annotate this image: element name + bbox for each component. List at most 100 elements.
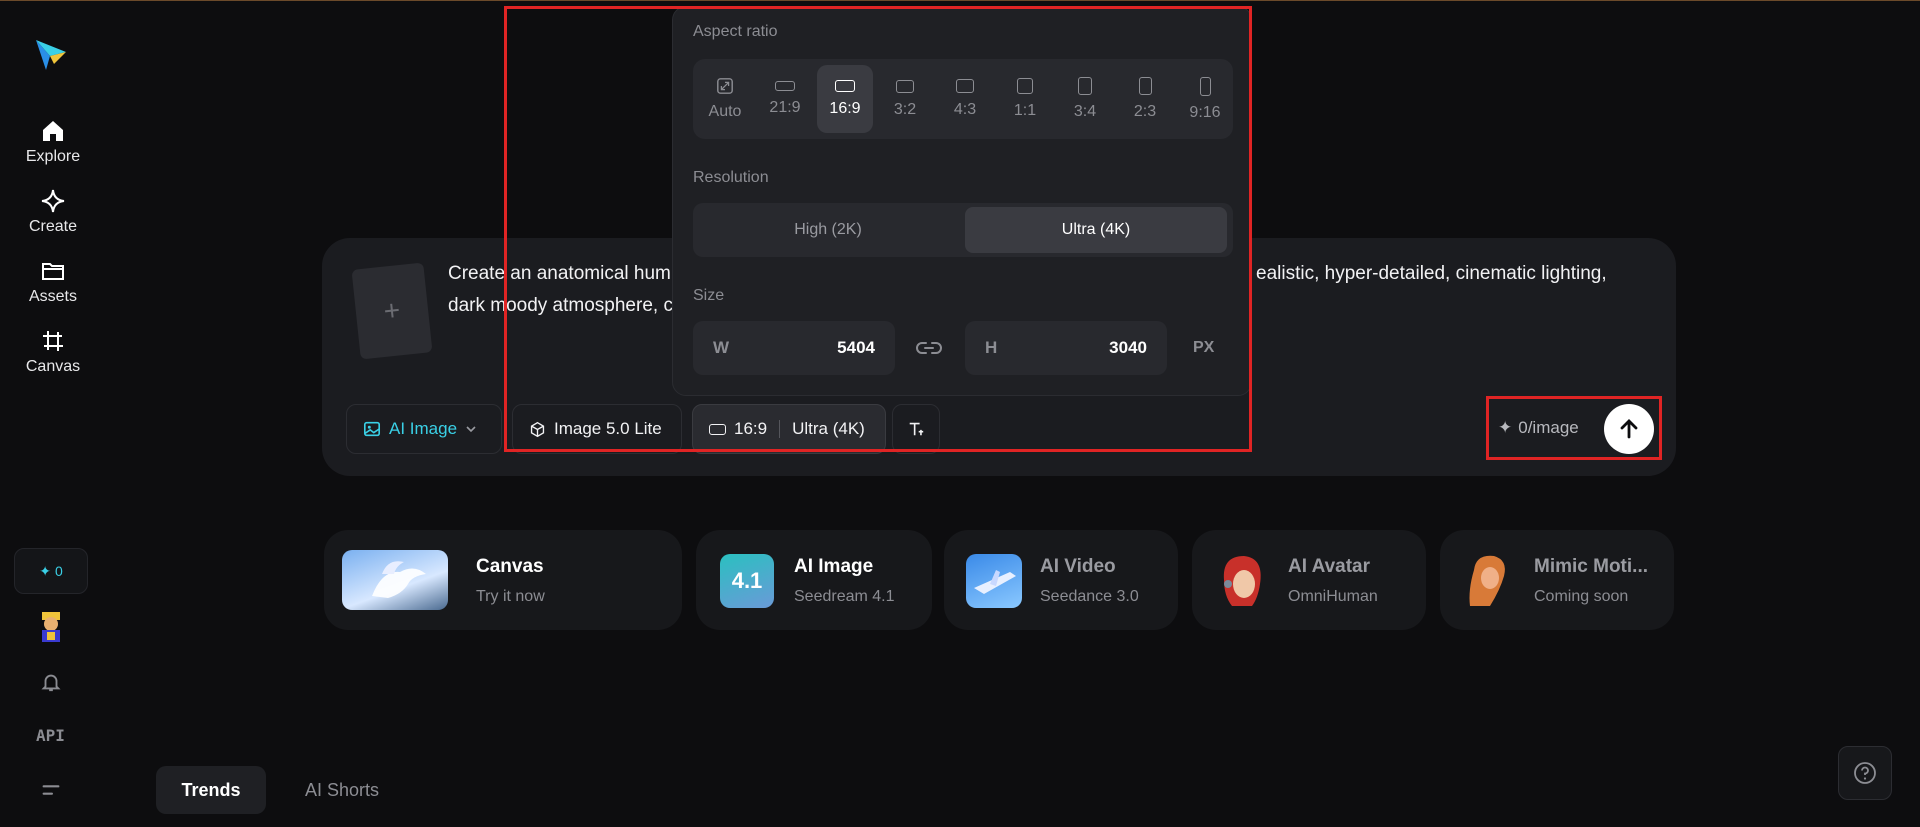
ratio-option-4-3[interactable]: 4:3 xyxy=(937,65,993,133)
text-icon xyxy=(909,422,924,436)
arrow-up-icon xyxy=(1620,419,1638,439)
ai-avatar-thumbnail xyxy=(1214,550,1270,610)
expand-icon xyxy=(717,78,733,94)
ratio-option-16-9[interactable]: 16:9 xyxy=(817,65,873,133)
feature-card-mimic-motion[interactable]: Mimic Moti... Coming soon xyxy=(1440,530,1674,630)
resolution-options: High (2K) Ultra (4K) xyxy=(693,203,1233,257)
credits-count: 0 xyxy=(54,563,63,579)
feature-subtitle: Seedance 3.0 xyxy=(1040,588,1139,605)
ratio-option-1-1[interactable]: 1:1 xyxy=(997,65,1053,133)
plus-icon: + xyxy=(382,294,402,327)
unit-label: PX xyxy=(1193,339,1215,356)
feature-card-ai-video[interactable]: AI Video Seedance 3.0 xyxy=(944,530,1178,630)
ratio-shape-icon xyxy=(1017,78,1033,94)
ratio-option-label: 16:9 xyxy=(829,100,861,117)
api-link[interactable]: API xyxy=(36,726,65,745)
aspect-ratio-panel: Aspect ratio Auto 21:9 16:9 3:2 4:3 1:1 … xyxy=(672,6,1252,396)
aspect-ratio-options: Auto 21:9 16:9 3:2 4:3 1:1 3:4 2:3 9:16 xyxy=(693,59,1233,139)
feature-card-ai-image[interactable]: 4.1 AI Image Seedream 4.1 xyxy=(696,530,932,630)
cost-indicator: ✦ 0/image xyxy=(1498,418,1579,438)
height-key: H xyxy=(985,338,998,357)
canvas-thumbnail xyxy=(342,550,448,610)
sidebar: Explore Create Assets Canvas ✦ 0 API xyxy=(0,0,104,827)
feature-subtitle: Try it now xyxy=(476,588,545,605)
link-icon[interactable] xyxy=(915,335,943,361)
sidebar-item-create[interactable]: Create xyxy=(14,188,92,252)
sparkle-icon: ✦ xyxy=(1498,418,1513,437)
ratio-shape-icon xyxy=(835,80,855,92)
sidebar-item-label: Assets xyxy=(28,288,77,305)
ratio-shape-icon xyxy=(775,81,795,91)
sidebar-item-label: Create xyxy=(28,218,78,235)
cube-icon xyxy=(530,421,545,437)
menu-icon[interactable] xyxy=(37,776,65,804)
bell-icon[interactable] xyxy=(37,668,65,696)
feature-subtitle: Seedream 4.1 xyxy=(794,588,895,605)
ratio-resolution-selector[interactable]: 16:9 Ultra (4K) xyxy=(692,404,886,454)
sidebar-item-label: Canvas xyxy=(25,358,81,375)
resolution-option-ultra[interactable]: Ultra (4K) xyxy=(965,207,1227,253)
ratio-option-label: 4:3 xyxy=(953,101,977,118)
feature-title: Mimic Moti... xyxy=(1534,556,1648,577)
ratio-option-2-3[interactable]: 2:3 xyxy=(1117,65,1173,133)
feature-subtitle: Coming soon xyxy=(1534,588,1629,605)
tab-trends[interactable]: Trends xyxy=(156,766,266,814)
ratio-option-label: 9:16 xyxy=(1189,103,1221,121)
width-key: W xyxy=(713,338,730,357)
ratio-option-label: 3:4 xyxy=(1073,103,1097,120)
feature-title: AI Video xyxy=(1040,556,1116,577)
ai-image-thumbnail: 4.1 xyxy=(720,554,774,608)
diamond-icon xyxy=(41,189,65,213)
model-label: Image 5.0 Lite xyxy=(554,419,662,438)
feature-card-ai-avatar[interactable]: AI Avatar OmniHuman xyxy=(1192,530,1426,630)
sidebar-item-assets[interactable]: Assets xyxy=(14,258,92,322)
ratio-option-3-4[interactable]: 3:4 xyxy=(1057,65,1113,133)
cost-label: 0/image xyxy=(1518,418,1579,437)
divider xyxy=(779,420,781,438)
credits-badge[interactable]: ✦ 0 xyxy=(14,548,88,594)
home-icon xyxy=(43,121,63,141)
ratio-shape-icon xyxy=(1078,77,1092,95)
sparkle-icon: ✦ xyxy=(39,562,51,579)
ratio-shape-icon xyxy=(1138,77,1152,95)
image-icon xyxy=(363,421,381,437)
resolution-heading: Resolution xyxy=(693,169,769,186)
feature-subtitle: OmniHuman xyxy=(1288,588,1378,605)
logo-icon[interactable] xyxy=(32,34,70,74)
width-field[interactable]: W 5404 xyxy=(693,321,895,375)
model-selector[interactable]: Image 5.0 Lite xyxy=(512,404,682,454)
resolution-label: Ultra (4K) xyxy=(792,419,865,438)
feature-title: AI Image xyxy=(794,556,874,577)
add-reference-image-button[interactable]: + xyxy=(351,262,433,360)
crop-icon xyxy=(43,331,63,351)
ratio-shape-icon xyxy=(1199,76,1211,96)
ratio-option-label: 21:9 xyxy=(769,99,801,116)
ratio-option-auto[interactable]: Auto xyxy=(697,65,753,133)
aspect-ratio-heading: Aspect ratio xyxy=(693,23,778,40)
chevron-down-icon xyxy=(466,426,476,433)
mode-dropdown[interactable]: AI Image xyxy=(346,404,502,454)
ai-image-badge: 4.1 xyxy=(731,568,763,593)
ratio-option-9-16[interactable]: 9:16 xyxy=(1177,65,1233,133)
avatar[interactable] xyxy=(36,610,66,644)
top-border-line xyxy=(0,0,1920,1)
sidebar-item-explore[interactable]: Explore xyxy=(14,118,92,182)
feature-card-canvas[interactable]: Canvas Try it now xyxy=(324,530,682,630)
ratio-option-3-2[interactable]: 3:2 xyxy=(877,65,933,133)
sidebar-item-canvas[interactable]: Canvas xyxy=(14,328,92,392)
ratio-label: 16:9 xyxy=(734,419,768,438)
feature-title: Canvas xyxy=(476,556,544,577)
text-settings-button[interactable] xyxy=(892,404,940,454)
ratio-option-21-9[interactable]: 21:9 xyxy=(757,65,813,133)
height-field[interactable]: H 3040 xyxy=(965,321,1167,375)
tab-ai-shorts[interactable]: AI Shorts xyxy=(282,766,402,814)
ratio-shape-icon xyxy=(896,79,914,93)
send-button[interactable] xyxy=(1604,404,1654,454)
aspect-rect-icon xyxy=(709,423,726,435)
help-button[interactable] xyxy=(1838,746,1892,800)
resolution-option-high[interactable]: High (2K) xyxy=(697,207,959,253)
ai-video-thumbnail xyxy=(966,554,1022,608)
ratio-option-label: 2:3 xyxy=(1133,103,1157,120)
mimic-motion-thumbnail xyxy=(1460,550,1518,610)
folder-icon xyxy=(42,263,64,280)
